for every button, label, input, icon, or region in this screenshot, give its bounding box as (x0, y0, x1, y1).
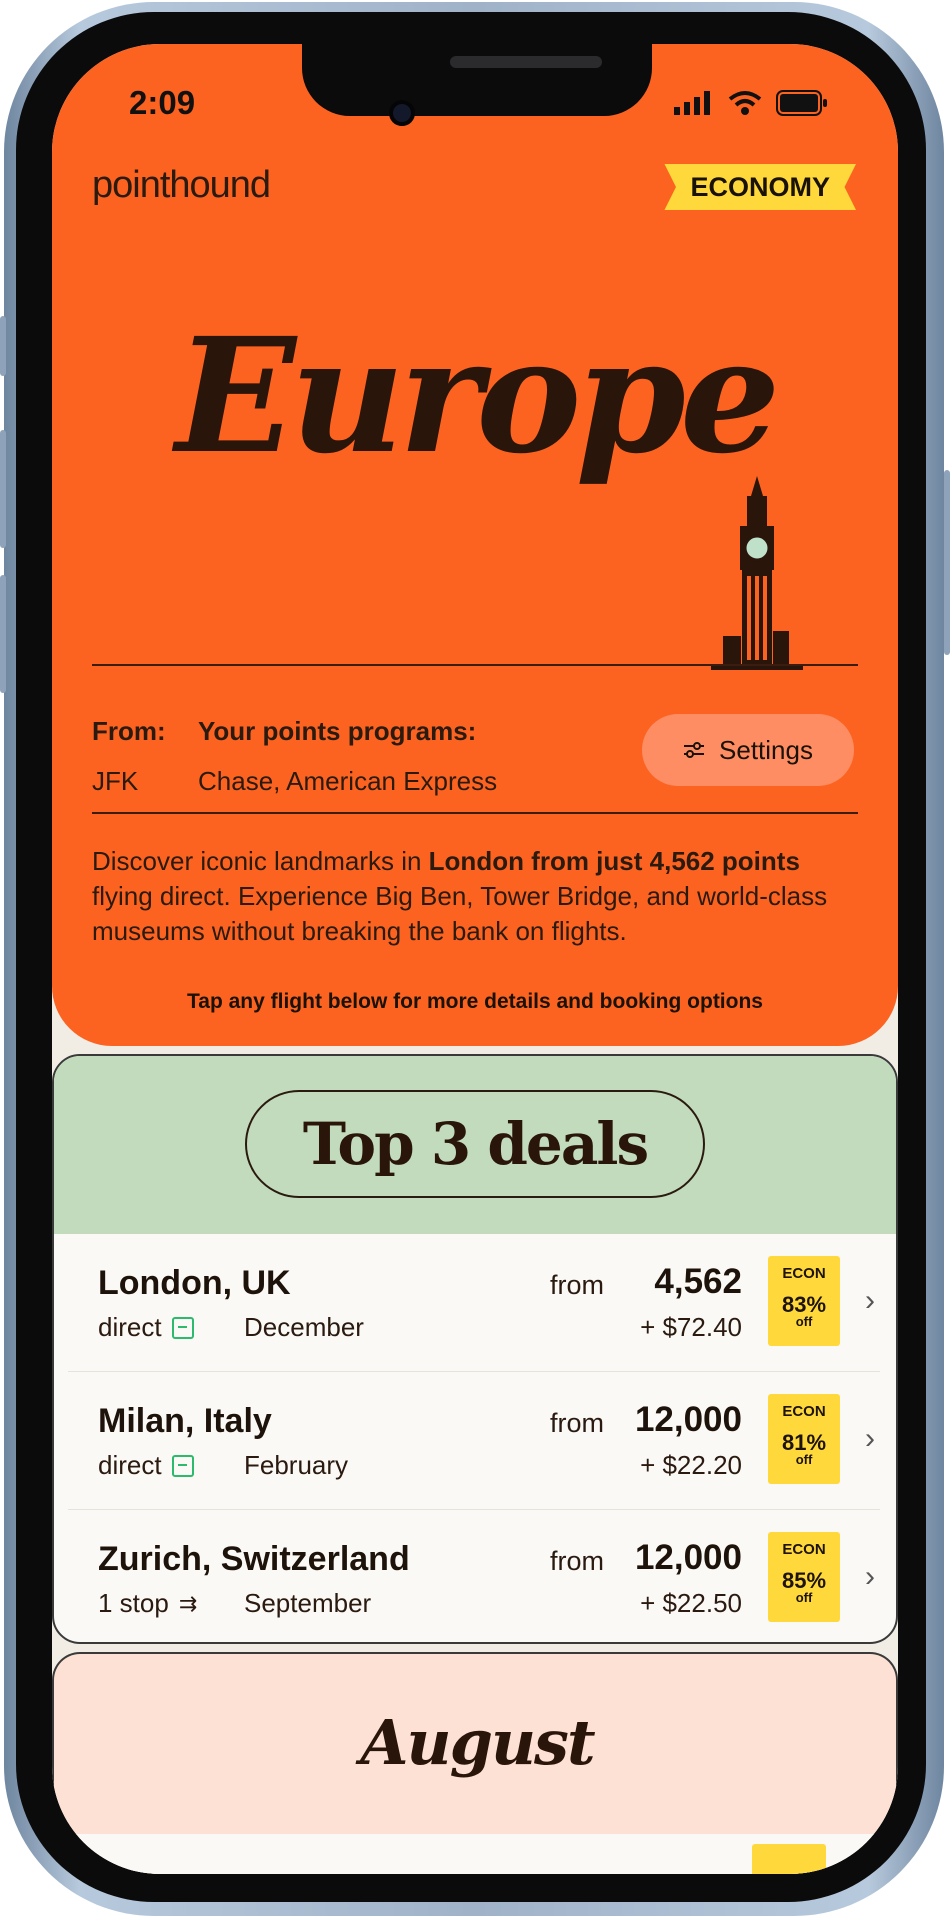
settings-label: Settings (719, 734, 813, 765)
deal-points: 4,562 (654, 1262, 742, 1301)
stops-label: direct (98, 1450, 162, 1480)
status-time: 2:09 (129, 84, 196, 121)
settings-button[interactable]: Settings (642, 714, 854, 786)
app-screen: 2:09 pointhound ECONOMY Europe From: JFK… (52, 44, 898, 1874)
deal-stops: direct (98, 1450, 194, 1481)
discount-badge: ECON 83% off (768, 1256, 840, 1346)
discount-badge (752, 1844, 826, 1874)
deal-fee: + $22.20 (640, 1450, 742, 1480)
description-text: flying direct. Experience Big Ben, Tower… (92, 881, 828, 946)
discount-value: 85% (781, 1568, 827, 1593)
chevron-right-icon: › (865, 1422, 875, 1455)
signal-icon (674, 91, 710, 115)
deal-row-milan[interactable]: Milan, Italy direct February from 12,000… (68, 1372, 880, 1510)
deal-city: Zurich, Switzerland (98, 1540, 410, 1578)
deal-fee: + $22.50 (640, 1588, 742, 1618)
deal-city: London, UK (98, 1264, 291, 1302)
from-label: from (550, 1546, 604, 1576)
chevron-right-icon: › (865, 1560, 875, 1593)
destination-description: Discover iconic landmarks in London from… (92, 844, 862, 949)
connection-icon: ⇉ (178, 1590, 198, 1616)
big-ben-icon (711, 476, 803, 670)
deal-stops: direct (98, 1312, 194, 1343)
deal-points: 12,000 (634, 1538, 742, 1577)
programs-label: Your points programs: (198, 716, 477, 746)
divider (92, 812, 858, 814)
app-logo: pointhound (92, 164, 271, 206)
notch (302, 44, 652, 116)
deal-fee: + $72.40 (640, 1312, 742, 1342)
off-label: off (795, 1314, 813, 1329)
speaker (450, 56, 602, 68)
next-deal-row[interactable] (54, 1834, 898, 1874)
power-button (944, 470, 950, 655)
battery-icon (776, 90, 827, 116)
deal-city: Milan, Italy (98, 1402, 272, 1440)
direct-flight-icon (171, 1316, 194, 1339)
direct-flight-icon (171, 1454, 194, 1477)
deals-header: Top 3 deals (54, 1056, 896, 1234)
tap-hint: Tap any flight below for more details an… (187, 990, 763, 1013)
deal-month: December (244, 1312, 364, 1342)
cabin-label: ECON (782, 1265, 826, 1282)
status-icons (674, 90, 828, 116)
top-deals-card: Top 3 deals London, UK direct December f… (52, 1054, 898, 1644)
origin-value: JFK (92, 766, 139, 796)
stops-label: 1 stop (98, 1588, 169, 1618)
off-label: off (795, 1452, 813, 1467)
volume-down-button (0, 575, 6, 693)
programs-value: Chase, American Express (198, 766, 498, 796)
deal-points: 12,000 (634, 1400, 742, 1439)
divider (92, 664, 858, 666)
from-label: from (550, 1408, 604, 1438)
chevron-right-icon: › (865, 1284, 875, 1317)
discount-badge: ECON 85% off (768, 1532, 840, 1622)
off-label: off (795, 1590, 813, 1605)
deal-month: September (244, 1588, 372, 1618)
description-highlight: London from just 4,562 points (428, 846, 800, 876)
discount-badge: ECON 81% off (768, 1394, 840, 1484)
deal-month: February (244, 1450, 349, 1480)
cabin-label: ECON (782, 1541, 826, 1558)
destination-hero: 2:09 pointhound ECONOMY Europe From: JFK… (52, 44, 898, 1046)
cabin-label: ECON (782, 1403, 826, 1420)
month-section: August (52, 1652, 898, 1874)
stops-label: direct (98, 1312, 162, 1342)
destination-title: Europe (175, 304, 781, 489)
mute-switch (0, 316, 6, 376)
from-label: from (550, 1270, 604, 1300)
wifi-icon (728, 91, 762, 115)
deal-row-zurich[interactable]: Zurich, Switzerland 1 stop ⇉ September fr… (68, 1510, 880, 1642)
discount-value: 81% (781, 1430, 827, 1455)
front-camera (389, 100, 415, 126)
deal-stops: 1 stop ⇉ (98, 1588, 197, 1619)
description-text: Discover iconic landmarks in (92, 846, 429, 876)
origin-label: From: (92, 716, 166, 746)
volume-up-button (0, 430, 6, 548)
deal-row-london[interactable]: London, UK direct December from 4,562 + … (68, 1234, 880, 1372)
month-title: August (360, 1706, 595, 1779)
deals-title: Top 3 deals (245, 1090, 705, 1198)
sliders-icon (684, 742, 705, 758)
cabin-class-badge: ECONOMY (664, 164, 856, 210)
discount-value: 83% (781, 1292, 827, 1317)
